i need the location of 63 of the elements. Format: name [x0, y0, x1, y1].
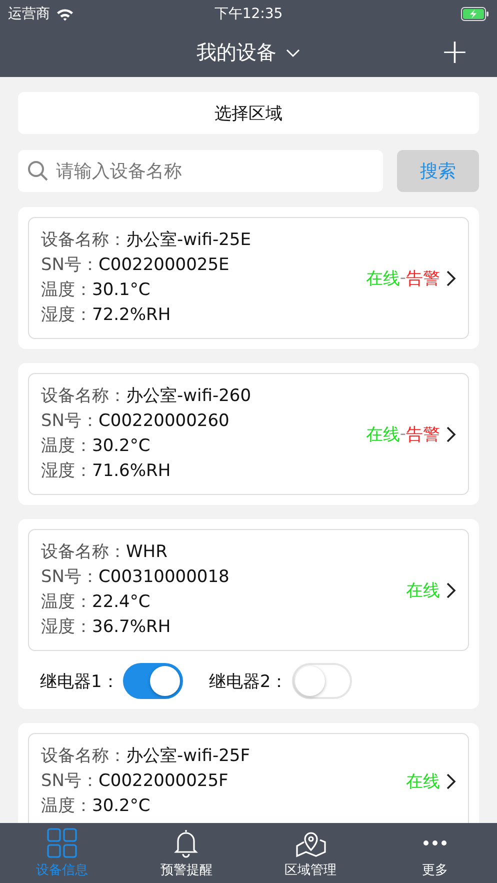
humidity-value: 71.6%RH — [92, 461, 171, 481]
relay-label: 继电器2： — [208, 670, 288, 692]
relay-label: 继电器1： — [40, 670, 119, 692]
page-title-dropdown[interactable]: 我的设备 — [196, 39, 300, 66]
status-text: 在线 — [366, 268, 400, 290]
field-label: 湿度： — [41, 617, 92, 637]
search-field[interactable]: 请输入设备名称 — [18, 150, 383, 192]
status-text: 告警 — [406, 268, 440, 290]
add-button[interactable]: + — [436, 32, 473, 72]
more-icon — [422, 840, 447, 846]
field-label: 温度： — [41, 796, 92, 816]
chevron-right-icon — [446, 270, 456, 286]
field-label: SN号： — [41, 255, 99, 275]
relay-toggle[interactable] — [122, 663, 183, 699]
device-name: 办公室-wifi-25F — [126, 746, 250, 766]
serial-number: C00220000260 — [98, 411, 230, 431]
field-label: 湿度： — [41, 461, 92, 481]
battery-charging-icon — [461, 7, 489, 21]
field-label: 湿度： — [41, 305, 92, 325]
device-name: WHR — [126, 542, 168, 562]
status-text: 在线 — [406, 771, 440, 793]
select-region-button[interactable]: 选择区域 — [18, 92, 479, 134]
humidity-value: 72.2%RH — [92, 305, 171, 325]
bell-icon — [173, 828, 200, 858]
status-text: - — [400, 424, 406, 444]
temperature-value: 30.1°C — [92, 280, 150, 300]
status-text: - — [400, 268, 406, 288]
device-name: 办公室-wifi-260 — [126, 386, 252, 406]
status-text: 在线 — [406, 580, 440, 602]
device-card[interactable]: 设备名称：办公室-wifi-25E SN号：C0022000025E 温度：30.1°C 湿度：72.2%RH 在线-告警 — [28, 217, 469, 339]
serial-number: C0022000025E — [98, 255, 230, 275]
field-label: 温度： — [41, 436, 92, 456]
carrier-name: 运营商 — [8, 5, 50, 23]
tab-item[interactable]: 更多 — [372, 823, 497, 883]
temperature-value: 30.2°C — [92, 796, 150, 816]
tab-item[interactable]: 预警提醒 — [124, 823, 248, 883]
status-time: 下午12:35 — [214, 5, 283, 23]
field-label: SN号： — [41, 411, 99, 431]
caret-down-icon — [284, 48, 300, 58]
field-label: 设备名称： — [41, 542, 126, 562]
field-label: 设备名称： — [41, 230, 126, 250]
serial-number: C0022000025F — [98, 771, 228, 791]
field-label: 设备名称： — [41, 746, 126, 766]
field-label: 温度： — [41, 280, 92, 300]
field-label: 设备名称： — [41, 386, 126, 406]
device-card[interactable]: 设备名称：办公室-wifi-260 SN号：C00220000260 温度：30.2°C 湿度：71.6%RH 在线-告警 — [28, 373, 469, 495]
device-card[interactable]: 设备名称：WHR SN号：C00310000018 温度：22.4°C 湿度：36.7%RH 在线 — [28, 529, 469, 651]
field-label: 温度： — [41, 592, 92, 612]
serial-number: C00310000018 — [98, 567, 230, 587]
chevron-right-icon — [446, 773, 456, 790]
temperature-value: 30.2°C — [92, 436, 150, 456]
field-label: SN号： — [41, 567, 99, 587]
wifi-icon — [56, 8, 74, 20]
chevron-right-icon — [446, 426, 456, 442]
temperature-value: 22.4°C — [92, 592, 150, 612]
humidity-value: 36.7%RH — [92, 617, 171, 637]
grid-icon — [47, 828, 78, 858]
tab-item[interactable]: 区域管理 — [248, 823, 373, 883]
chevron-right-icon — [446, 582, 456, 598]
device-name: 办公室-wifi-25E — [126, 230, 251, 250]
field-label: SN号： — [41, 771, 99, 791]
status-text: 在线 — [366, 424, 400, 446]
status-text: 告警 — [406, 424, 440, 446]
